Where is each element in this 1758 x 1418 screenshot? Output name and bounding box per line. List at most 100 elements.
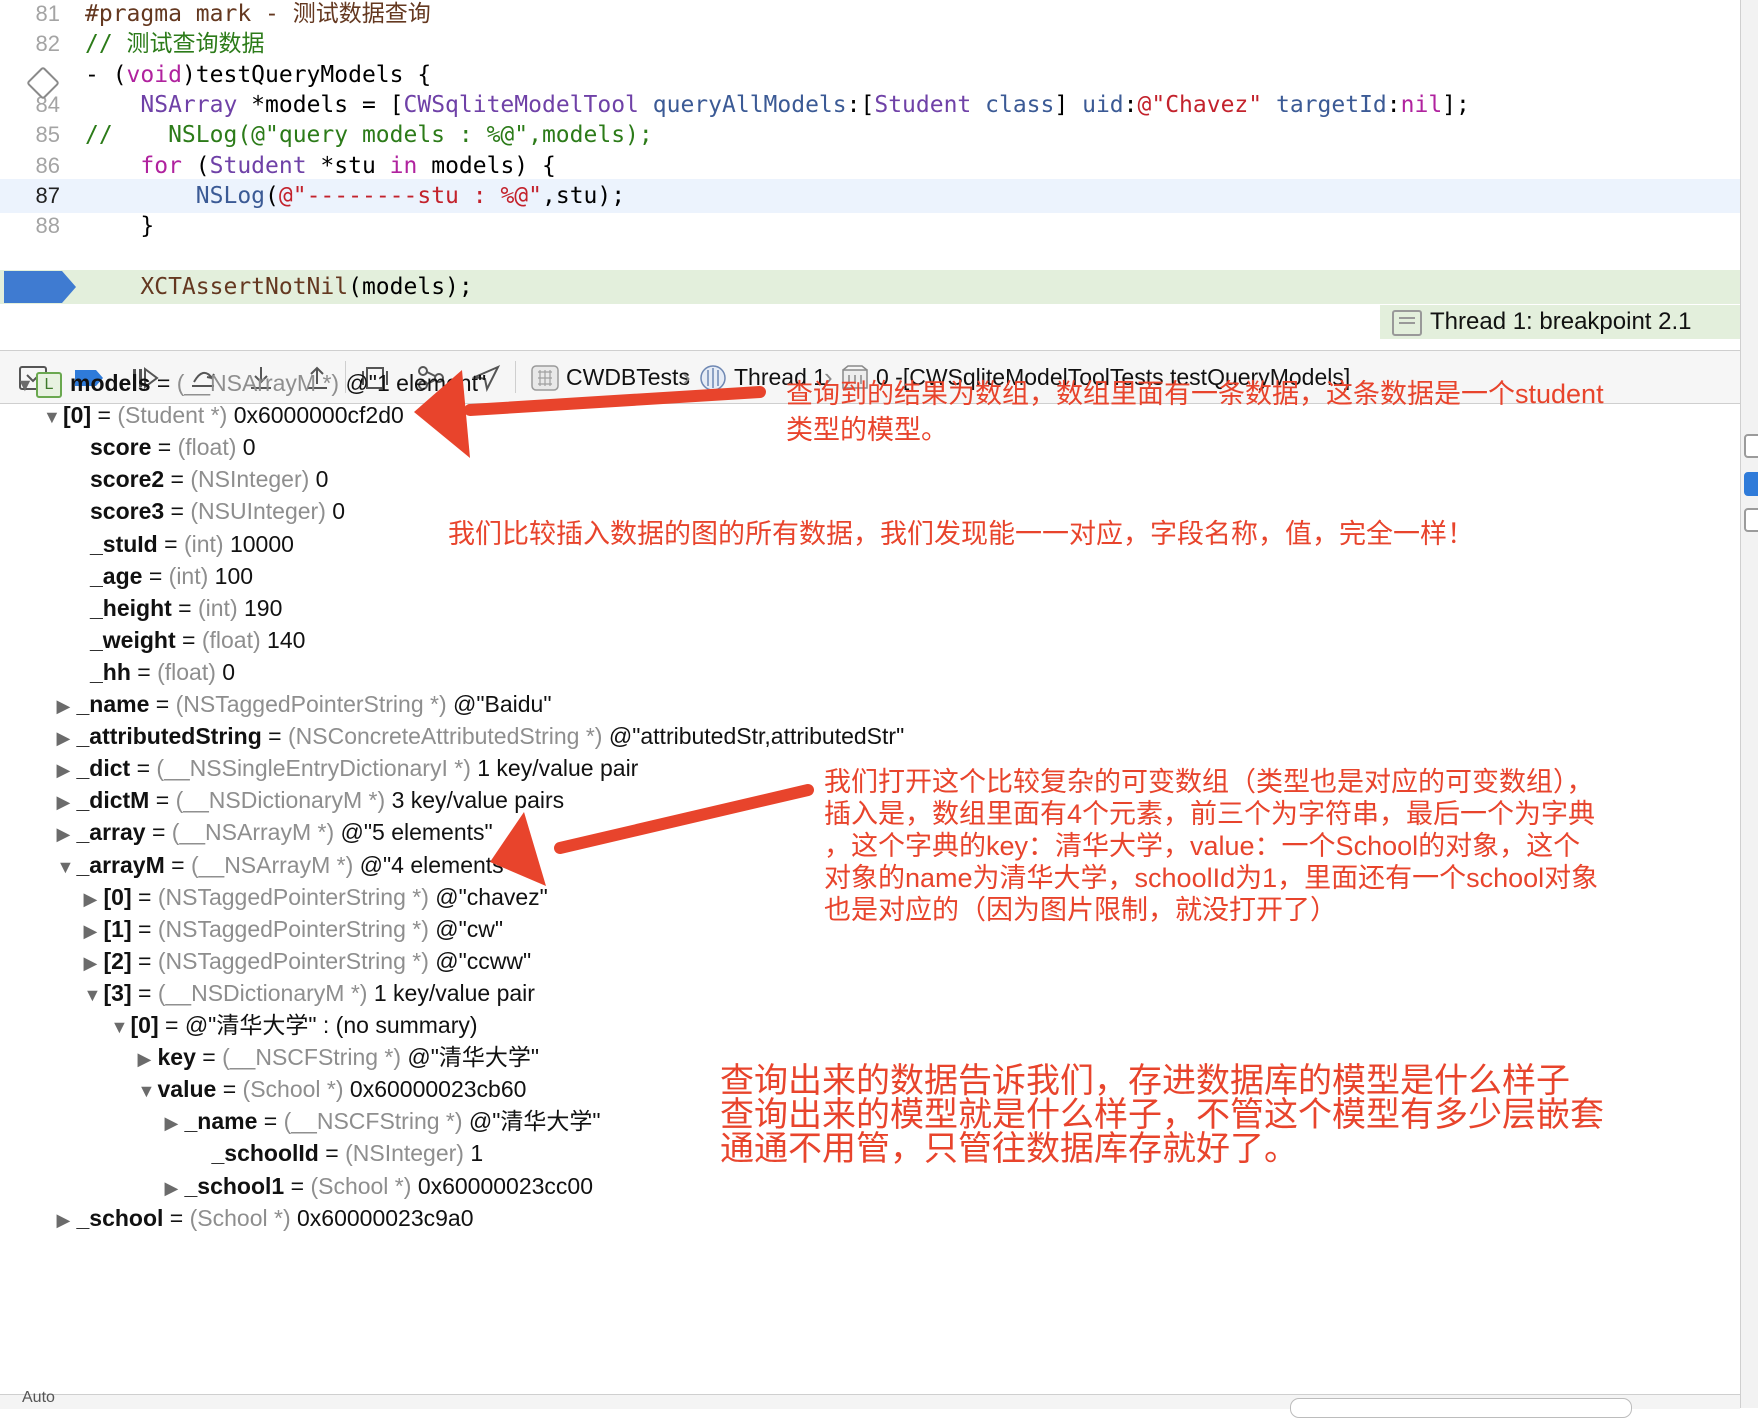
variable-row[interactable]: ▼[0] = (Student *) 0x6000000cf2d0: [43, 398, 404, 432]
code-line[interactable]: 89: [0, 239, 1740, 273]
code-line[interactable]: 88 }: [0, 209, 1740, 243]
variable-name: [0]: [130, 1012, 159, 1038]
disclosure-closed-icon[interactable]: ▶: [165, 1106, 185, 1140]
code-text: // 测试查询数据: [85, 27, 265, 61]
variable-row[interactable]: ▼[3] = (__NSDictionaryM *) 1 key/value p…: [84, 976, 535, 1010]
variable-type: (float): [157, 658, 216, 685]
code-line[interactable]: 84 NSArray *models = [CWSqliteModelTool …: [0, 88, 1740, 122]
disclosure-closed-icon[interactable]: ▶: [84, 914, 104, 948]
variable-row[interactable]: ▶ key = (__NSCFString *) @"清华大学": [138, 1040, 540, 1074]
toolbar-divider: [515, 361, 516, 393]
variable-row[interactable]: _hh = (float) 0: [70, 655, 235, 689]
annotation-line: 我们比较插入数据的图的所有数据，我们发现能一一对应，字段名称，值，完全一样！: [448, 519, 1474, 549]
code-token: - (: [85, 61, 127, 88]
breadcrumb-target[interactable]: CWDBTests: [566, 351, 690, 403]
variable-row[interactable]: score3 = (NSUInteger) 0: [70, 494, 345, 528]
variable-row[interactable]: ▶ _school = (School *) 0x60000023c9a0: [57, 1201, 474, 1235]
line-number: 82: [35, 31, 60, 57]
disclosure-open-icon[interactable]: ▼: [57, 850, 77, 884]
variable-name: [3]: [103, 979, 132, 1006]
variable-name: score2: [90, 466, 165, 493]
code-token: in: [389, 152, 418, 179]
code-line[interactable]: 82 // 测试查询数据: [0, 27, 1740, 61]
variable-value: @"清华大学": [407, 1044, 540, 1071]
breakpoint-marker-icon[interactable]: [4, 271, 76, 303]
variable-row[interactable]: ▶ _array = (__NSArrayM *) @"5 elements": [57, 815, 493, 849]
variable-name: [0]: [103, 883, 132, 910]
variable-value: 100: [214, 562, 254, 589]
variable-row[interactable]: ▶ [1] = (NSTaggedPointerString *) @"cw": [84, 912, 504, 946]
code-token: :[: [846, 91, 875, 118]
disclosure-closed-icon[interactable]: ▶: [57, 1203, 77, 1237]
variable-row[interactable]: ▼_arrayM = (__NSArrayM *) @"4 elements": [57, 848, 512, 882]
variable-type: (Student *): [117, 402, 228, 429]
variable-value: @"5 elements": [340, 819, 493, 846]
disclosure-closed-icon[interactable]: ▶: [84, 882, 104, 916]
disclosure-closed-icon[interactable]: ▶: [57, 689, 77, 723]
variable-row[interactable]: ▶ _school1 = (School *) 0x60000023cc00: [165, 1169, 594, 1203]
disclosure-closed-icon[interactable]: ▶: [57, 817, 77, 851]
variable-row[interactable]: ▶ _dict = (__NSSingleEntryDictionaryI *) …: [57, 751, 639, 785]
disclosure-open-icon[interactable]: ▼: [43, 400, 63, 434]
variable-value: @"cw": [435, 915, 504, 942]
inspector-checkbox-checked[interactable]: [1744, 472, 1758, 496]
code-token: #pragma mark - 测试数据查询: [85, 1, 431, 27]
variable-row[interactable]: _weight = (float) 140: [70, 623, 305, 657]
disclosure-closed-icon[interactable]: ▶: [84, 946, 104, 980]
code-token: (: [265, 182, 279, 209]
disclosure-closed-icon[interactable]: ▶: [57, 785, 77, 819]
variable-row[interactable]: ▶ [0] = (NSTaggedPointerString *) @"chave…: [84, 880, 548, 914]
variable-row[interactable]: ▼[0] = @"清华大学" : (no summary): [111, 1008, 478, 1042]
disclosure-open-icon[interactable]: ▼: [111, 1010, 131, 1044]
disclosure-open-icon[interactable]: ▼: [138, 1074, 158, 1108]
filter-input[interactable]: [1290, 1398, 1632, 1418]
code-text: XCTAssertNotNil(models);: [85, 270, 472, 304]
code-line[interactable]: 90 XCTAssertNotNil(models);: [0, 269, 1740, 304]
variable-row[interactable]: ▶ _attributedString = (NSConcreteAttribut…: [57, 719, 905, 753]
variable-name: _array: [76, 819, 146, 846]
disclosure-open-icon[interactable]: ▼: [84, 978, 104, 1012]
code-line[interactable]: 86 for (Student *stu in models) {: [0, 149, 1740, 183]
auto-scope-select[interactable]: Auto: [22, 1389, 55, 1407]
code-editor[interactable]: 81 #pragma mark - 测试数据查询 82// 测试查询数据 - (voi…: [0, 0, 1740, 340]
annotation-line: 查询出来的数据告诉我们，存进数据库的模型是什么样子: [720, 1062, 1570, 1100]
disclosure-open-icon[interactable]: ▼: [16, 368, 36, 402]
variable-name: models: [70, 370, 151, 396]
disclosure-closed-icon[interactable]: ▶: [57, 721, 77, 755]
variable-value: @"ccww": [435, 947, 532, 974]
disclosure-closed-icon[interactable]: ▶: [138, 1042, 158, 1076]
variable-row[interactable]: ▼ Lmodels = (__NSArrayM *) @"1 element": [16, 366, 486, 400]
variable-type: (__NSArrayM *): [190, 851, 354, 878]
thread-breakpoint-chip[interactable]: Thread 1: breakpoint 2.1: [1380, 305, 1740, 339]
variable-row[interactable]: ▶ _name = (__NSCFString *) @"清华大学": [165, 1104, 601, 1138]
inspector-checkbox[interactable]: [1744, 434, 1758, 458]
code-token: (: [181, 152, 210, 179]
disclosure-closed-icon[interactable]: ▶: [57, 753, 77, 787]
code-text: NSArray *models = [CWSqliteModelTool que…: [85, 88, 1469, 122]
disclosure-closed-icon[interactable]: ▶: [165, 1171, 185, 1205]
variable-row[interactable]: ▶ _dictM = (__NSDictionaryM *) 3 key/valu…: [57, 783, 565, 817]
code-line[interactable]: 85 // NSLog(@"query models : %@",models);: [0, 118, 1740, 152]
variable-row[interactable]: score2 = (NSInteger) 0: [70, 462, 328, 496]
variable-row[interactable]: _age = (int) 100: [70, 559, 253, 593]
variable-row[interactable]: ▶ _name = (NSTaggedPointerString *) @"Bai…: [57, 687, 552, 721]
code-line[interactable]: 87 NSLog(@"--------stu : %@",stu);: [0, 178, 1740, 213]
variable-row[interactable]: ▶ [2] = (NSTaggedPointerString *) @"ccww": [84, 944, 532, 978]
variable-value: @"attributedStr,attributedStr": [608, 723, 905, 750]
variable-row[interactable]: _schoolId = (NSInteger) 1: [192, 1136, 484, 1170]
variable-row[interactable]: _stuId = (int) 10000: [70, 527, 294, 561]
inspector-checkbox[interactable]: [1744, 508, 1758, 532]
code-line[interactable]: - (void)testQueryModels {: [0, 58, 1740, 92]
code-token: ,stu);: [542, 182, 626, 209]
variable-row[interactable]: ▼value = (School *) 0x60000023cb60: [138, 1072, 527, 1106]
annotation-line: 插入是，数组里面有4个元素，前三个为字符串，最后一个为字典: [824, 799, 1596, 829]
code-token: void: [126, 61, 182, 88]
variable-row[interactable]: _height = (int) 190: [70, 591, 282, 625]
variable-name: _dictM: [76, 787, 150, 814]
code-token: @"Chavez": [1137, 91, 1263, 118]
annotation-line: 对象的name为清华大学，schoolId为1，里面还有一个school对象: [824, 863, 1599, 893]
variable-row[interactable]: score = (float) 0: [70, 430, 256, 464]
